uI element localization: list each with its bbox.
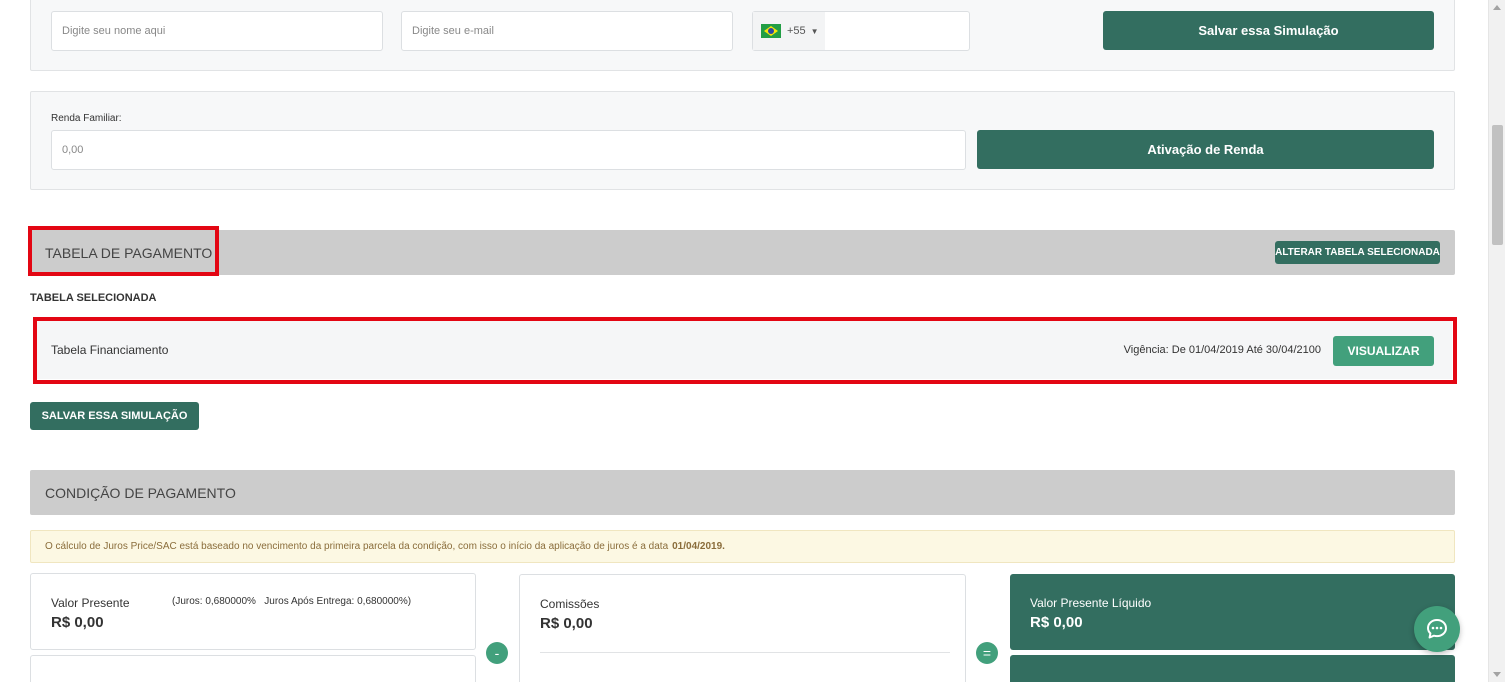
save-simulation-top-button[interactable]: Salvar essa Simulação: [1103, 11, 1434, 50]
commissions-amount: R$ 0,00: [540, 615, 593, 632]
change-table-button[interactable]: ALTERAR TABELA SELECIONADA: [1275, 241, 1440, 264]
commissions-title: Comissões: [540, 597, 600, 611]
save-simulation-button[interactable]: SALVAR ESSA SIMULAÇÃO: [30, 402, 199, 430]
net-present-value-title: Valor Presente Líquido: [1030, 596, 1152, 610]
payment-condition-header: CONDIÇÃO DE PAGAMENTO: [30, 470, 1455, 515]
minus-operator: -: [486, 642, 508, 664]
selected-table-label: TABELA SELECIONADA: [30, 292, 157, 304]
activate-income-label: Ativação de Renda: [1147, 142, 1264, 157]
name-input[interactable]: Digite seu nome aqui: [51, 11, 383, 51]
notice-text: O cálculo de Juros Price/SAC está basead…: [45, 541, 669, 552]
present-value-amount: R$ 0,00: [51, 614, 104, 631]
payment-condition-title: CONDIÇÃO DE PAGAMENTO: [45, 485, 236, 501]
interest-notice: O cálculo de Juros Price/SAC está basead…: [30, 530, 1455, 563]
vertical-scrollbar[interactable]: [1488, 0, 1505, 682]
commissions-card: Comissões R$ 0,00: [519, 574, 966, 682]
email-input-placeholder: Digite seu e-mail: [412, 25, 494, 37]
country-code: +55: [787, 25, 806, 37]
equals-operator: =: [976, 642, 998, 664]
email-input[interactable]: Digite seu e-mail: [401, 11, 733, 51]
present-value-card: Valor Presente (Juros: 0,680000% Juros A…: [30, 573, 476, 650]
notice-date: 01/04/2019.: [672, 541, 725, 552]
net-present-value-amount: R$ 0,00: [1030, 614, 1083, 631]
chat-bubble-icon: [1427, 619, 1447, 639]
present-value-card-2: [30, 655, 476, 682]
caret-down-icon: ▼: [810, 26, 819, 36]
commissions-divider: [540, 652, 950, 653]
name-input-placeholder: Digite seu nome aqui: [62, 25, 166, 37]
activate-income-button[interactable]: Ativação de Renda: [977, 130, 1434, 169]
scroll-up-arrow-icon[interactable]: [1493, 5, 1501, 10]
phone-input[interactable]: +55 ▼: [752, 11, 970, 51]
present-value-rates: (Juros: 0,680000% Juros Após Entrega: 0,…: [172, 596, 412, 607]
save-simulation-top-label: Salvar essa Simulação: [1198, 23, 1339, 38]
country-code-select[interactable]: +55 ▼: [753, 12, 825, 50]
income-value: 0,00: [62, 144, 84, 156]
page: Digite seu nome aqui Digite seu e-mail +…: [0, 0, 1505, 682]
change-table-label: ALTERAR TABELA SELECIONADA: [1275, 247, 1440, 258]
present-value-title: Valor Presente: [51, 596, 130, 610]
brazil-flag-icon: [761, 24, 781, 38]
income-label: Renda Familiar:: [51, 113, 122, 124]
net-present-value-card: Valor Presente Líquido R$ 0,00: [1010, 574, 1455, 650]
minus-symbol: -: [494, 645, 500, 661]
save-simulation-label: SALVAR ESSA SIMULAÇÃO: [41, 410, 188, 422]
highlight-payment-table-title: [28, 226, 219, 276]
equals-symbol: =: [982, 645, 992, 661]
net-present-value-card-2: [1010, 655, 1455, 682]
chat-button[interactable]: [1414, 606, 1460, 652]
scroll-down-arrow-icon[interactable]: [1493, 672, 1501, 677]
income-input[interactable]: 0,00: [51, 130, 966, 170]
payment-table-header: TABELA DE PAGAMENTO ALTERAR TABELA SELEC…: [30, 230, 1455, 275]
scroll-thumb[interactable]: [1492, 125, 1503, 245]
highlight-selected-table: [33, 317, 1457, 384]
contact-panel: Digite seu nome aqui Digite seu e-mail +…: [30, 0, 1455, 71]
income-panel: Renda Familiar: 0,00 Ativação de Renda: [30, 91, 1455, 190]
